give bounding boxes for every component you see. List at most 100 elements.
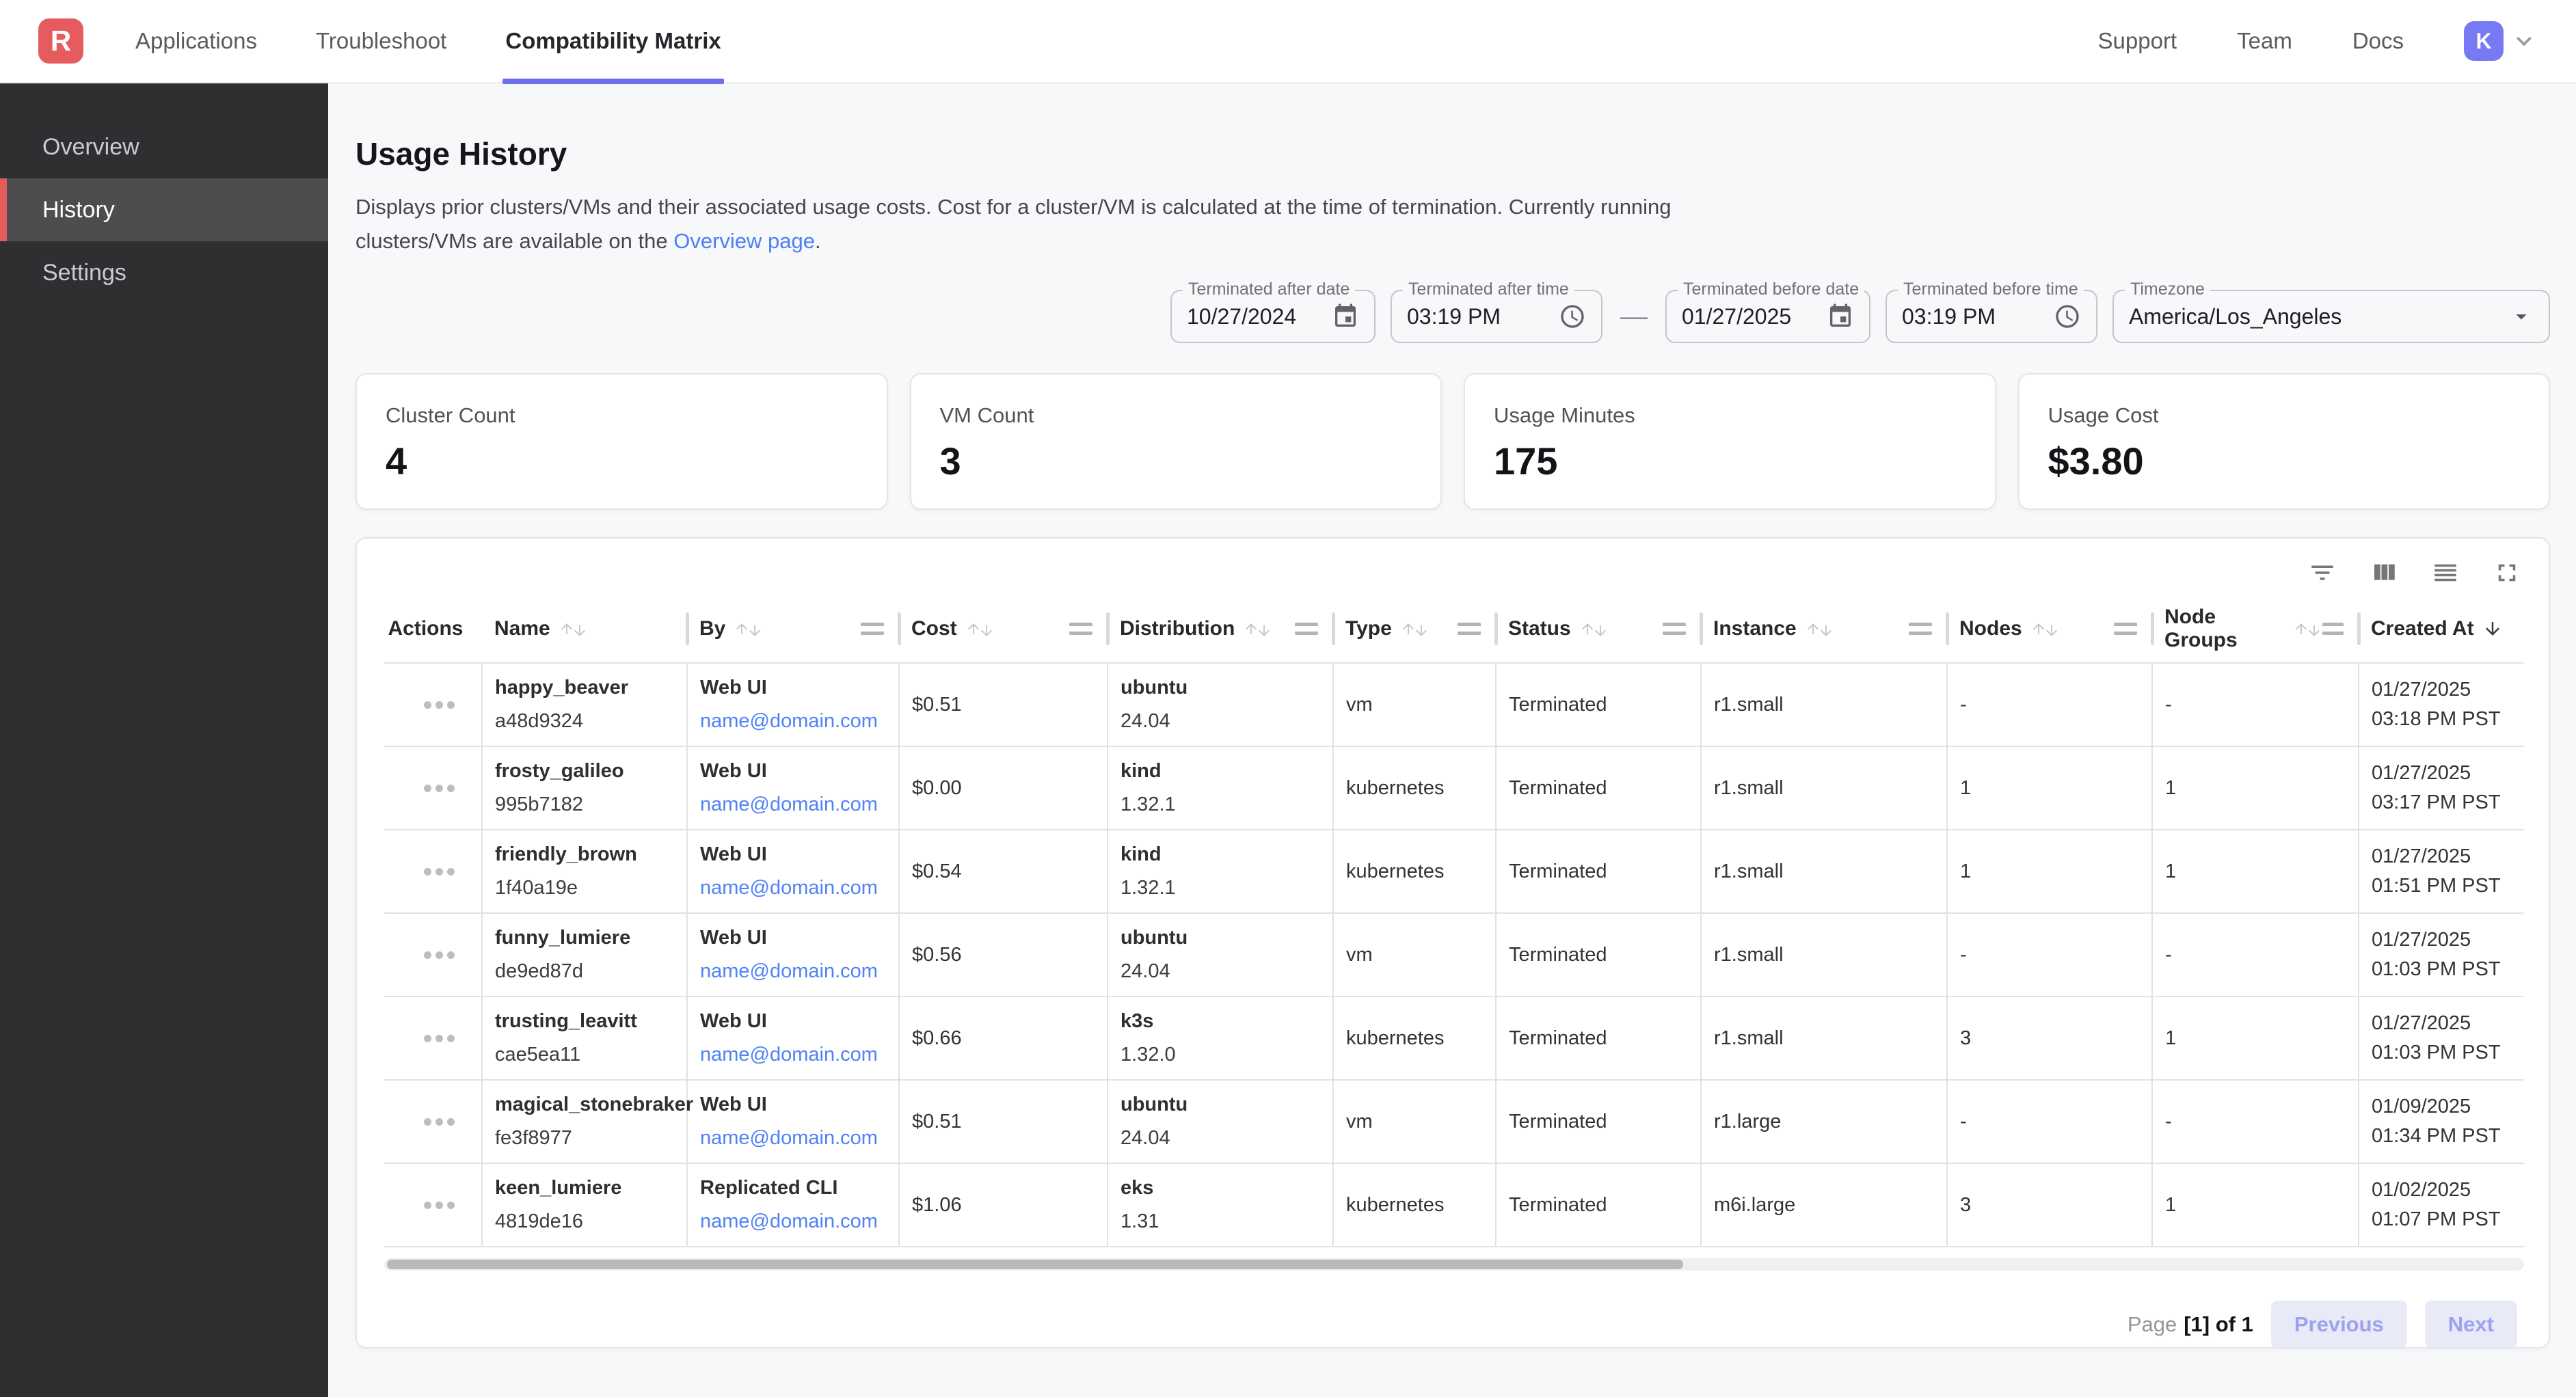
description-line-1: Displays prior clusters/VMs and their as… xyxy=(355,195,1672,219)
row-actions-button[interactable] xyxy=(397,1118,481,1126)
stat-card-cluster-count: Cluster Count 4 xyxy=(355,373,888,510)
row-actions-button[interactable] xyxy=(397,1035,481,1042)
type-cell: vm xyxy=(1333,663,1496,746)
terminated-before-time-field[interactable]: Terminated before time 03:19 PM xyxy=(1886,290,2097,343)
range-dash: — xyxy=(1618,301,1650,332)
created-by: Web UI xyxy=(700,760,898,783)
column-header-status[interactable]: Status xyxy=(1496,595,1701,663)
sort-icon[interactable] xyxy=(2293,619,2322,639)
nav-item-compatibility-matrix[interactable]: Compatibility Matrix xyxy=(502,0,723,83)
email-link[interactable]: name@domain.com xyxy=(700,710,898,733)
created-date: 01/09/2025 xyxy=(2372,1096,2524,1118)
column-label: Status xyxy=(1508,617,1571,640)
column-resize-handle-icon[interactable] xyxy=(2322,623,2344,635)
sidebar-item-overview[interactable]: Overview xyxy=(0,116,328,178)
email-link[interactable]: name@domain.com xyxy=(700,1210,898,1233)
sort-icon[interactable] xyxy=(734,619,763,639)
column-resize-handle-icon[interactable] xyxy=(1295,623,1318,635)
pagination: Page [1] of 1 Previous Next xyxy=(384,1301,2521,1348)
sort-icon[interactable] xyxy=(1805,619,1834,639)
timezone-select[interactable]: Timezone America/Los_Angeles xyxy=(2112,290,2550,343)
email-link[interactable]: name@domain.com xyxy=(700,960,898,983)
chevron-down-icon[interactable] xyxy=(2509,26,2539,56)
cost-cell: $0.00 xyxy=(899,746,1108,830)
cost-cell: $0.51 xyxy=(899,1080,1108,1163)
row-actions-button[interactable] xyxy=(397,868,481,876)
nav-item-troubleshoot[interactable]: Troubleshoot xyxy=(313,0,449,83)
terminated-after-date-field[interactable]: Terminated after date 10/27/2024 xyxy=(1170,290,1376,343)
terminated-before-date-field[interactable]: Terminated before date 01/27/2025 xyxy=(1665,290,1870,343)
clock-icon[interactable] xyxy=(2054,303,2081,330)
replicated-logo[interactable]: R xyxy=(38,18,83,64)
stat-card-usage-minutes: Usage Minutes 175 xyxy=(1464,373,1996,510)
email-link[interactable]: name@domain.com xyxy=(700,794,898,816)
column-label: Type xyxy=(1345,617,1392,640)
sort-icon[interactable] xyxy=(1400,619,1430,639)
column-resize-handle-icon[interactable] xyxy=(1069,623,1092,635)
dropdown-arrow-icon[interactable] xyxy=(2509,304,2534,329)
column-header-created-at[interactable]: Created At xyxy=(2359,595,2524,663)
density-icon[interactable] xyxy=(2431,558,2460,587)
created-time: 01:07 PM PST xyxy=(2372,1208,2524,1231)
sort-desc-icon[interactable] xyxy=(2482,619,2503,639)
column-header-node-groups[interactable]: Node Groups xyxy=(2152,595,2359,663)
nav-link-team[interactable]: Team xyxy=(2237,28,2292,54)
nav-link-docs[interactable]: Docs xyxy=(2352,28,2404,54)
distribution-name: eks xyxy=(1121,1177,1332,1199)
row-actions-button[interactable] xyxy=(397,785,481,792)
overview-page-link[interactable]: Overview page xyxy=(673,229,815,253)
created-time: 03:17 PM PST xyxy=(2372,791,2524,814)
next-button[interactable]: Next xyxy=(2425,1301,2517,1348)
field-label: Terminated before date xyxy=(1678,280,1864,299)
column-resize-handle-icon[interactable] xyxy=(2114,623,2137,635)
calendar-icon[interactable] xyxy=(1332,303,1359,330)
column-header-nodes[interactable]: Nodes xyxy=(1947,595,2152,663)
column-header-by[interactable]: By xyxy=(687,595,899,663)
row-actions-button[interactable] xyxy=(397,701,481,709)
column-resize-handle-icon[interactable] xyxy=(1458,623,1481,635)
active-tab-underline xyxy=(502,79,723,84)
horizontal-scrollbar[interactable] xyxy=(384,1258,2524,1271)
email-link[interactable]: name@domain.com xyxy=(700,1044,898,1066)
node-groups-cell: 1 xyxy=(2152,996,2359,1080)
columns-icon[interactable] xyxy=(2370,558,2398,587)
nav-item-applications[interactable]: Applications xyxy=(133,0,260,83)
filter-icon[interactable] xyxy=(2308,558,2337,587)
sort-icon[interactable] xyxy=(559,619,588,639)
column-header-cost[interactable]: Cost xyxy=(899,595,1108,663)
column-resize-handle-icon[interactable] xyxy=(1909,623,1932,635)
scrollbar-thumb[interactable] xyxy=(387,1260,1683,1269)
row-actions-button[interactable] xyxy=(397,1202,481,1209)
nav-link-support[interactable]: Support xyxy=(2098,28,2177,54)
clock-icon[interactable] xyxy=(1559,303,1586,330)
sort-icon[interactable] xyxy=(965,619,995,639)
column-resize-handle-icon[interactable] xyxy=(1663,623,1686,635)
sidebar-item-history[interactable]: History xyxy=(0,178,328,241)
previous-button[interactable]: Previous xyxy=(2271,1301,2407,1348)
terminated-after-time-field[interactable]: Terminated after time 03:19 PM xyxy=(1391,290,1602,343)
cluster-id: 995b7182 xyxy=(495,794,686,816)
instance-cell: r1.small xyxy=(1701,996,1947,1080)
column-header-name[interactable]: Name xyxy=(482,595,687,663)
avatar[interactable]: K xyxy=(2464,21,2504,61)
sort-icon[interactable] xyxy=(1579,619,1609,639)
email-link[interactable]: name@domain.com xyxy=(700,1127,898,1150)
fullscreen-icon[interactable] xyxy=(2493,558,2521,587)
sort-icon[interactable] xyxy=(2030,619,2060,639)
cluster-id: cae5ea11 xyxy=(495,1044,686,1066)
sidebar-item-settings[interactable]: Settings xyxy=(0,241,328,304)
column-header-actions: Actions xyxy=(384,595,482,663)
column-header-instance[interactable]: Instance xyxy=(1701,595,1947,663)
instance-cell: r1.small xyxy=(1701,830,1947,913)
column-resize-handle-icon[interactable] xyxy=(861,623,884,635)
column-header-type[interactable]: Type xyxy=(1333,595,1496,663)
cluster-id: 1f40a19e xyxy=(495,877,686,899)
column-header-distribution[interactable]: Distribution xyxy=(1108,595,1333,663)
row-actions-button[interactable] xyxy=(397,951,481,959)
sort-icon[interactable] xyxy=(1243,619,1272,639)
calendar-icon[interactable] xyxy=(1827,303,1854,330)
type-cell: kubernetes xyxy=(1333,996,1496,1080)
type-cell: vm xyxy=(1333,913,1496,996)
email-link[interactable]: name@domain.com xyxy=(700,877,898,899)
node-groups-cell: 1 xyxy=(2152,1163,2359,1247)
